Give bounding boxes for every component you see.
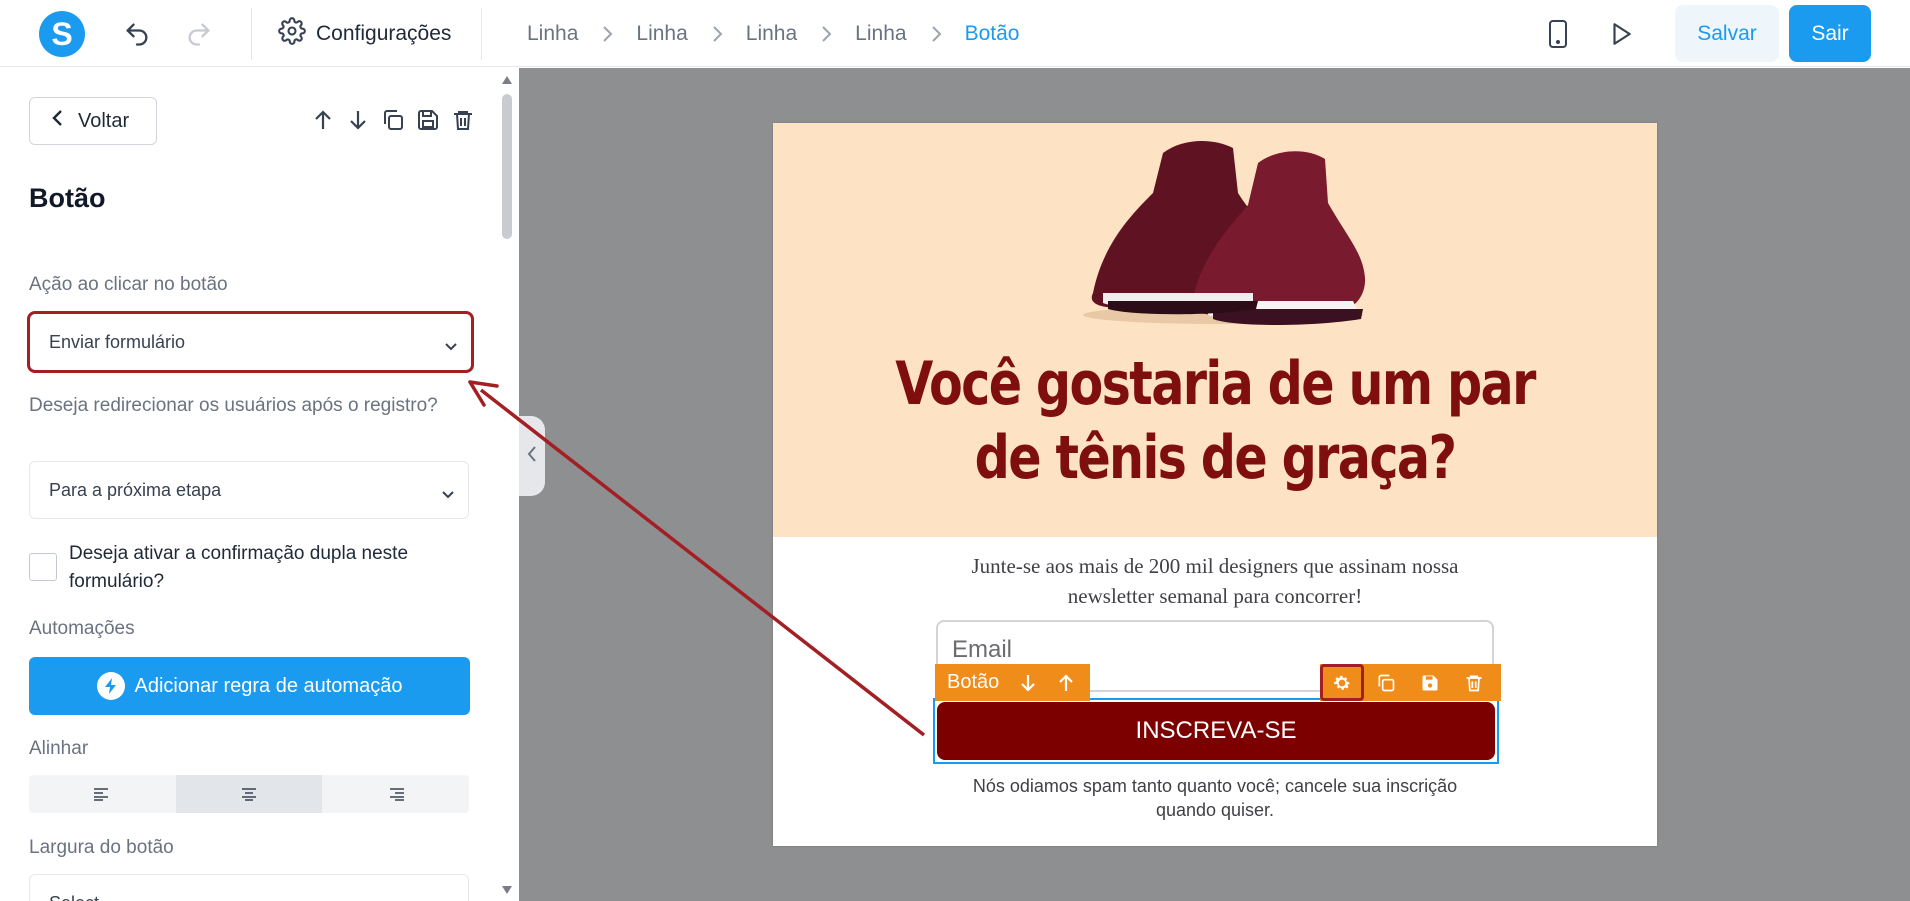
automations-label: Automações bbox=[29, 618, 135, 639]
align-label: Alinhar bbox=[29, 738, 89, 759]
breadcrumb-current: Botão bbox=[964, 22, 1020, 45]
chevron-down-icon bbox=[441, 484, 455, 505]
element-toolbar-left: Botão bbox=[935, 664, 1090, 701]
breadcrumb: Linha Linha Linha Linha Botão bbox=[527, 16, 1019, 52]
back-button[interactable]: Voltar bbox=[29, 97, 157, 145]
redirect-select[interactable]: Para a próxima etapa bbox=[29, 461, 469, 519]
chevron-right-icon bbox=[600, 25, 614, 43]
align-right-button[interactable] bbox=[322, 775, 469, 813]
disclaimer-text[interactable]: Nós odiamos spam tanto quanto você; canc… bbox=[953, 774, 1477, 822]
panel-title: Botão bbox=[29, 183, 106, 213]
align-left-button[interactable] bbox=[29, 775, 176, 813]
panel-scrollbar[interactable] bbox=[496, 68, 519, 901]
smartphone-icon[interactable] bbox=[1541, 17, 1575, 51]
breadcrumb-item[interactable]: Linha bbox=[746, 22, 797, 46]
align-center-button[interactable] bbox=[175, 775, 323, 813]
trash-icon[interactable] bbox=[450, 107, 476, 133]
align-control bbox=[29, 775, 469, 813]
chevron-right-icon bbox=[929, 25, 943, 43]
redirect-label: Deseja redirecionar os usuários após o r… bbox=[29, 395, 438, 416]
action-select-value: Enviar formulário bbox=[49, 331, 186, 352]
arrow-up-icon[interactable] bbox=[310, 107, 336, 133]
redirect-select-value: Para a próxima etapa bbox=[49, 479, 222, 500]
width-label: Largura do botão bbox=[29, 837, 174, 858]
element-toolbar-label[interactable]: Botão bbox=[935, 671, 1009, 694]
app-logo[interactable]: S bbox=[39, 11, 85, 57]
save-icon[interactable] bbox=[415, 107, 441, 133]
arrow-up-icon[interactable] bbox=[1047, 664, 1085, 701]
undo-icon[interactable] bbox=[120, 17, 154, 51]
width-select-value: Select bbox=[49, 893, 99, 901]
cta-selection-frame: INSCREVA-SE bbox=[933, 698, 1499, 764]
save-button[interactable]: Salvar bbox=[1675, 5, 1779, 62]
redo-icon[interactable] bbox=[182, 17, 216, 51]
add-automation-button[interactable]: Adicionar regra de automação bbox=[29, 657, 470, 715]
subscribe-button[interactable]: INSCREVA-SE bbox=[937, 702, 1495, 760]
arrow-down-icon[interactable] bbox=[1009, 664, 1047, 701]
subtext[interactable]: Junte-se aos mais de 200 mil designers q… bbox=[943, 551, 1487, 611]
hero-section[interactable]: Você gostaria de um par de tênis de graç… bbox=[773, 123, 1657, 537]
breadcrumb-item[interactable]: Linha bbox=[855, 22, 906, 46]
copy-icon[interactable] bbox=[1364, 664, 1408, 701]
chevron-right-icon bbox=[819, 25, 833, 43]
chevron-right-icon bbox=[710, 25, 724, 43]
copy-icon[interactable] bbox=[380, 107, 406, 133]
lightning-icon bbox=[96, 672, 125, 700]
top-bar: S Configurações Linha Linha Linha Linha … bbox=[0, 0, 1910, 67]
double-optin-label: Deseja ativar a confirmação dupla neste … bbox=[69, 543, 409, 592]
collapse-panel-button[interactable] bbox=[519, 416, 545, 496]
breadcrumb-item[interactable]: Linha bbox=[636, 22, 687, 46]
gear-icon[interactable] bbox=[1320, 664, 1364, 701]
divider bbox=[251, 8, 252, 60]
element-tools bbox=[310, 107, 476, 133]
double-optin-checkbox[interactable] bbox=[29, 553, 57, 581]
width-select[interactable]: Select bbox=[29, 874, 469, 901]
action-label: Ação ao clicar no botão bbox=[29, 274, 228, 295]
action-select[interactable]: Enviar formulário bbox=[27, 311, 474, 373]
scroll-up-arrow[interactable] bbox=[502, 76, 512, 84]
landing-page-preview: Você gostaria de um par de tênis de graç… bbox=[773, 123, 1657, 846]
arrow-down-icon[interactable] bbox=[345, 107, 371, 133]
chevron-left-icon bbox=[526, 445, 538, 468]
chevron-down-icon bbox=[441, 897, 455, 901]
chevron-down-icon bbox=[444, 336, 458, 357]
save-icon[interactable] bbox=[1408, 664, 1452, 701]
sneakers-image bbox=[1083, 141, 1366, 325]
settings-button[interactable]: Configurações bbox=[278, 16, 451, 52]
properties-panel: Voltar Botão Ação ao clicar no botão Env… bbox=[0, 68, 519, 901]
scroll-down-arrow[interactable] bbox=[502, 886, 512, 894]
add-automation-label: Adicionar regra de automação bbox=[134, 674, 403, 697]
play-icon[interactable] bbox=[1604, 17, 1638, 51]
divider bbox=[481, 8, 482, 60]
headline[interactable]: Você gostaria de um par de tênis de graç… bbox=[885, 347, 1544, 495]
scroll-thumb[interactable] bbox=[502, 94, 512, 239]
element-toolbar-right bbox=[1320, 664, 1501, 701]
back-label: Voltar bbox=[78, 109, 130, 132]
breadcrumb-item[interactable]: Linha bbox=[527, 22, 578, 46]
trash-icon[interactable] bbox=[1452, 664, 1496, 701]
exit-button[interactable]: Sair bbox=[1789, 5, 1871, 62]
settings-label: Configurações bbox=[316, 22, 452, 45]
gear-icon bbox=[278, 17, 306, 51]
chevron-left-icon bbox=[50, 108, 64, 134]
